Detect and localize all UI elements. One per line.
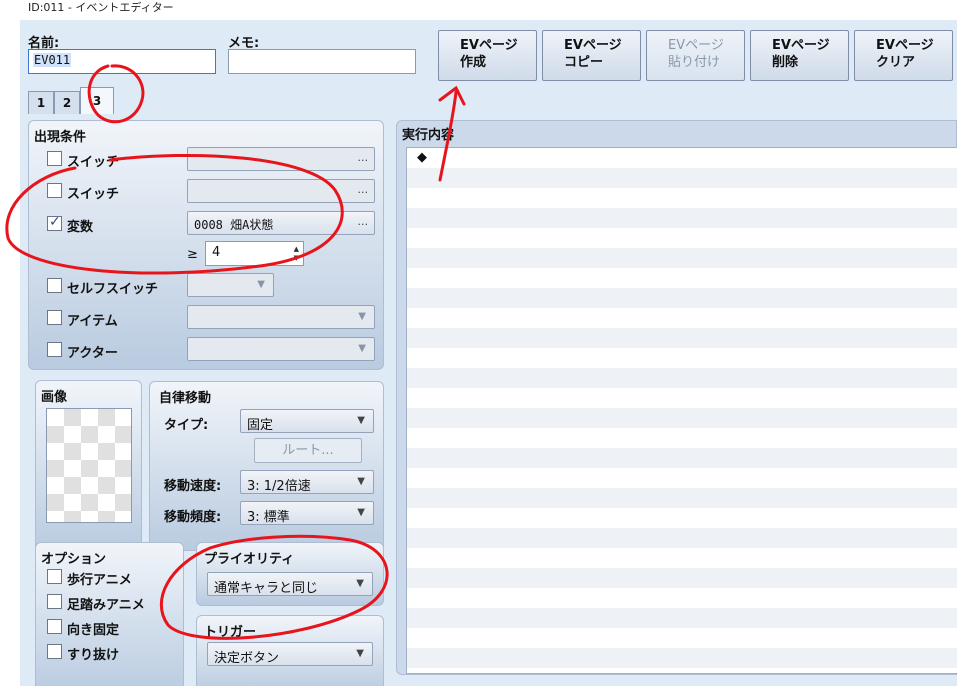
- new-page-label-2: 作成: [460, 55, 487, 70]
- switch1-checkbox[interactable]: [47, 151, 62, 166]
- paste-page-label-2: 貼り付け: [668, 55, 721, 70]
- switch1-field[interactable]: ...: [187, 147, 375, 171]
- switch2-field[interactable]: ...: [187, 179, 375, 203]
- delete-page-label-1: EVページ: [772, 38, 830, 53]
- item-select[interactable]: ▼: [187, 305, 375, 329]
- variable-select-button[interactable]: ...: [358, 215, 369, 228]
- new-page-label-1: EVページ: [460, 38, 518, 53]
- trigger-value: 決定ボタン: [214, 651, 280, 666]
- move-speed-label: 移動速度:: [164, 479, 222, 494]
- command-list[interactable]: ◆: [406, 147, 957, 674]
- walk-anim-label: 歩行アニメ: [67, 573, 132, 588]
- move-frequency-value: 3: 標準: [247, 510, 290, 525]
- variable-amount-value: 4: [212, 245, 221, 260]
- execution-contents-title: 実行内容: [402, 128, 455, 143]
- new-page-button[interactable]: EVページ作成: [438, 30, 537, 81]
- clear-page-label-1: EVページ: [876, 38, 934, 53]
- switch2-label: スイッチ: [67, 187, 120, 202]
- delete-page-label-2: 削除: [772, 55, 799, 70]
- step-anim-label: 足踏みアニメ: [67, 598, 145, 613]
- delete-page-button[interactable]: EVページ削除: [750, 30, 849, 81]
- copy-page-button[interactable]: EVページコピー: [542, 30, 641, 81]
- tab-page-1[interactable]: 1: [28, 91, 54, 114]
- autonomous-movement-group: 自律移動 タイプ: 固定 ▼ ルート... 移動速度: 3: 1/2倍速 ▼ 移動頻…: [149, 381, 384, 551]
- chevron-down-icon: ▼: [357, 476, 365, 487]
- self-switch-checkbox[interactable]: [47, 278, 62, 293]
- priority-title: プライオリティ: [204, 552, 295, 567]
- variable-amount-spinner[interactable]: 4 ▲ ▼: [205, 241, 304, 266]
- clear-page-label-2: クリア: [876, 55, 916, 70]
- spin-up-icon[interactable]: ▲: [294, 245, 299, 253]
- copy-page-label-2: コピー: [564, 55, 604, 70]
- actor-select[interactable]: ▼: [187, 337, 375, 361]
- tab-page-2[interactable]: 2: [54, 91, 80, 114]
- copy-page-label-1: EVページ: [564, 38, 622, 53]
- options-title: オプション: [41, 552, 107, 567]
- conditions-title: 出現条件: [34, 130, 87, 145]
- paste-page-button[interactable]: EVページ貼り付け: [646, 30, 745, 81]
- through-label: すり抜け: [67, 648, 120, 663]
- move-frequency-label: 移動頻度:: [164, 510, 222, 525]
- switch2-select-button[interactable]: ...: [358, 183, 369, 196]
- spin-down-icon[interactable]: ▼: [294, 254, 299, 262]
- move-speed-value: 3: 1/2倍速: [247, 479, 311, 494]
- priority-select[interactable]: 通常キャラと同じ ▼: [207, 572, 373, 596]
- variable-label: 変数: [67, 220, 94, 235]
- name-input[interactable]: EV011: [28, 49, 216, 74]
- switch1-label: スイッチ: [67, 155, 120, 170]
- priority-value: 通常キャラと同じ: [214, 581, 319, 596]
- tab-page-3[interactable]: 3: [80, 87, 114, 114]
- route-button[interactable]: ルート...: [254, 438, 362, 463]
- command-row[interactable]: ◆: [417, 150, 427, 165]
- switch1-select-button[interactable]: ...: [358, 151, 369, 164]
- item-label: アイテム: [67, 314, 118, 329]
- move-type-value: 固定: [247, 418, 274, 433]
- chevron-down-icon: ▼: [357, 415, 365, 426]
- step-anim-checkbox[interactable]: [47, 594, 62, 609]
- self-switch-label: セルフスイッチ: [67, 282, 159, 297]
- clear-page-button[interactable]: EVページクリア: [854, 30, 953, 81]
- move-speed-select[interactable]: 3: 1/2倍速 ▼: [240, 470, 374, 494]
- options-group: オプション 歩行アニメ 足踏みアニメ 向き固定 すり抜け: [35, 542, 184, 686]
- image-preview[interactable]: [46, 408, 132, 523]
- item-checkbox[interactable]: [47, 310, 62, 325]
- name-value: EV011: [33, 53, 72, 67]
- variable-value: 0008 畑A状態: [194, 218, 274, 232]
- direction-fix-label: 向き固定: [67, 623, 120, 638]
- move-type-label: タイプ:: [164, 418, 209, 433]
- actor-checkbox[interactable]: [47, 342, 62, 357]
- chevron-down-icon: ▼: [356, 648, 364, 659]
- trigger-select[interactable]: 決定ボタン ▼: [207, 642, 373, 666]
- chevron-down-icon: ▼: [358, 311, 366, 322]
- window-title: ID:011 - イベントエディター: [0, 0, 957, 20]
- left-strip: [0, 20, 20, 686]
- chevron-down-icon: ▼: [257, 279, 265, 290]
- actor-label: アクター: [67, 346, 118, 361]
- variable-checkbox[interactable]: [47, 214, 62, 231]
- variable-operator: ≥: [187, 247, 198, 262]
- trigger-group: トリガー 決定ボタン ▼: [196, 615, 384, 686]
- chevron-down-icon: ▼: [357, 507, 365, 518]
- walk-anim-checkbox[interactable]: [47, 569, 62, 584]
- chevron-down-icon: ▼: [356, 578, 364, 589]
- memo-input[interactable]: [228, 49, 416, 74]
- through-checkbox[interactable]: [47, 644, 62, 659]
- switch2-checkbox[interactable]: [47, 183, 62, 198]
- variable-field[interactable]: 0008 畑A状態...: [187, 211, 375, 235]
- priority-group: プライオリティ 通常キャラと同じ ▼: [196, 542, 384, 606]
- execution-contents-panel: 実行内容 ◆: [396, 120, 957, 675]
- image-title: 画像: [41, 390, 68, 405]
- chevron-down-icon: ▼: [358, 343, 366, 354]
- trigger-title: トリガー: [204, 625, 257, 640]
- autonomous-title: 自律移動: [159, 391, 212, 406]
- self-switch-select[interactable]: ▼: [187, 273, 274, 297]
- move-frequency-select[interactable]: 3: 標準 ▼: [240, 501, 374, 525]
- paste-page-label-1: EVページ: [668, 38, 724, 53]
- move-type-select[interactable]: 固定 ▼: [240, 409, 374, 433]
- direction-fix-checkbox[interactable]: [47, 619, 62, 634]
